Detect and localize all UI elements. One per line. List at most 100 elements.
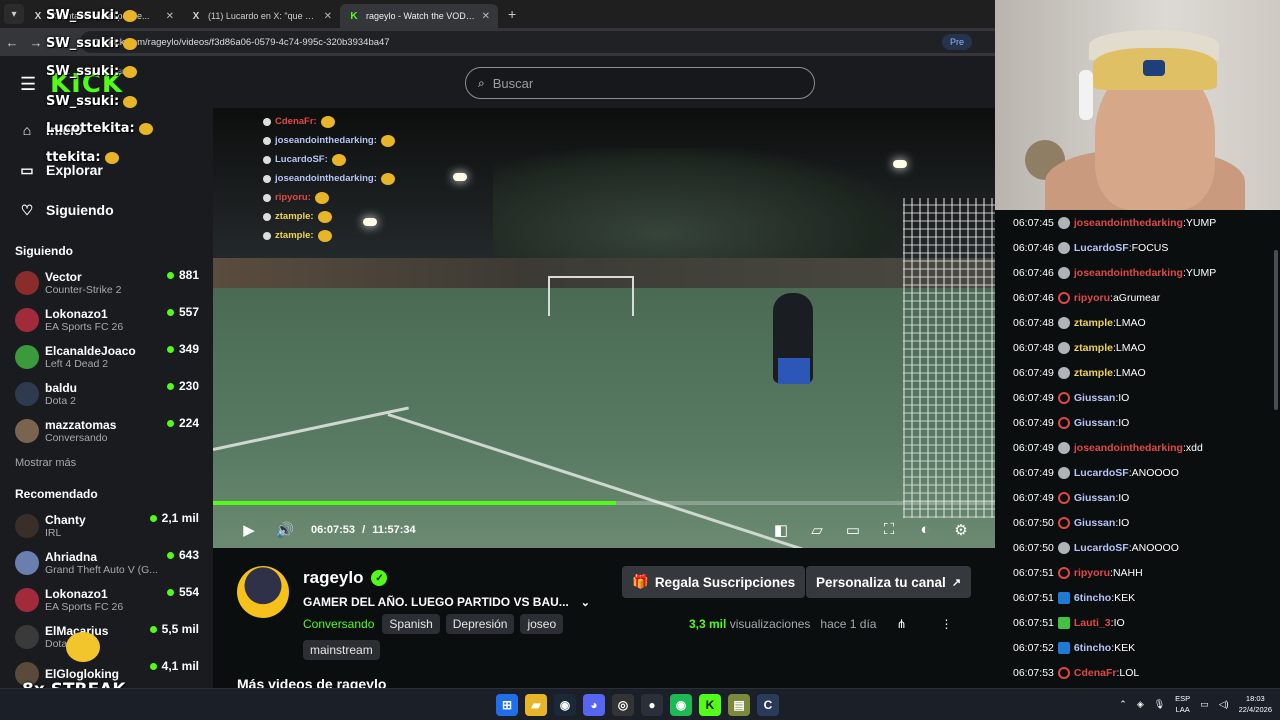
browser-tab[interactable]: X (11) Lucardo en X: "que partido... ✕ (182, 4, 340, 28)
chat-username[interactable]: Giussan (1074, 417, 1115, 429)
player-controls: ▶ 🔊 06:07:53 / 11:57:34 ◧ ▱ ▭ ⛶ ◐ ⚙ (213, 515, 995, 545)
sidebar-channel[interactable]: Chanty IRL 2,1 mil (0, 507, 213, 544)
playback-speed-icon[interactable]: ◐ (907, 521, 943, 539)
chat-username[interactable]: LucardoSF (1074, 467, 1129, 479)
video-frame (903, 198, 995, 518)
discord-icon[interactable]: ◕ (583, 694, 605, 716)
settings-gear-icon[interactable]: ⚙ (943, 521, 979, 539)
sidebar-channel[interactable]: Vector Counter-Strike 2 881 (0, 264, 213, 301)
streamer-webcam (995, 0, 1280, 210)
chat-username[interactable]: LucardoSF (1074, 242, 1129, 254)
sidebar-channel[interactable]: ElMacarius Dota 2 5,5 mil (0, 618, 213, 655)
app-box-icon[interactable]: ▤ (728, 694, 750, 716)
chat-timestamp: 06:07:50 (1013, 541, 1054, 554)
network-icon[interactable]: ▭ (1200, 699, 1209, 710)
app-ring-icon[interactable]: ◎ (612, 694, 634, 716)
chat-timestamp: 06:07:49 (1013, 366, 1054, 379)
microphone-icon[interactable]: 🎙 (1154, 699, 1165, 710)
channel-avatar[interactable] (237, 566, 289, 618)
chat-username[interactable]: ztample (1074, 317, 1113, 329)
chat-username[interactable]: Lauti_3 (1074, 617, 1111, 629)
chat-username[interactable]: ztample (1074, 367, 1113, 379)
chevron-up-icon[interactable]: ⌃ (1119, 699, 1127, 710)
chat-username[interactable]: ztample (1074, 342, 1113, 354)
channel-name[interactable]: rageylo (303, 568, 363, 588)
video-player[interactable]: CdenaFr: joseandointhedarking: LucardoSF: j… (213, 108, 995, 548)
tag-chip[interactable]: Spanish (382, 614, 440, 634)
tag-chip[interactable]: mainstream (303, 640, 380, 660)
category-link[interactable]: Conversando (303, 617, 374, 631)
customize-channel-button[interactable]: Personaliza tu canal ↗ (806, 566, 972, 598)
viewer-count: 224 (166, 416, 199, 430)
chat-badge-icon (1057, 541, 1070, 554)
spotify-icon[interactable]: ◉ (670, 694, 692, 716)
chat-timestamp: 06:07:49 (1013, 391, 1054, 404)
share-icon[interactable]: ⋔ (896, 617, 906, 631)
play-icon[interactable]: ▶ (231, 521, 267, 539)
tag-chip[interactable]: joseo (520, 614, 564, 634)
viewer-count-value: 224 (178, 416, 199, 430)
gift-subs-button[interactable]: 🎁 Regala Suscripciones (622, 566, 806, 598)
sidebar-nav-following[interactable]: ♡ Siguiendo (0, 190, 213, 230)
close-tab-icon[interactable]: ✕ (482, 11, 490, 22)
stream-info: rageylo ✓ GAMER DEL AÑO. LUEGO PARTIDO V… (213, 548, 995, 692)
chevron-down-icon[interactable]: ⌄ (581, 596, 590, 609)
more-options-icon[interactable]: ⋮ (941, 617, 953, 631)
chat-username[interactable]: ripyoru (1074, 292, 1110, 304)
chat-username[interactable]: 6tincho (1074, 642, 1111, 654)
close-tab-icon[interactable]: ✕ (166, 11, 174, 22)
chat-username[interactable]: joseandointhedarking (1074, 442, 1183, 454)
chrome-icon[interactable]: ● (641, 694, 663, 716)
menu-icon[interactable]: ☰ (20, 74, 36, 95)
clock[interactable]: 18:03 22/4/2026 (1239, 693, 1272, 715)
fullscreen-icon[interactable]: ⛶ (871, 521, 907, 539)
sidebar-channel[interactable]: baldu Dota 2 230 (0, 375, 213, 412)
time-display: 06:07:53 / 11:57:34 (311, 524, 416, 536)
speaker-icon[interactable]: ◁) (1219, 699, 1229, 710)
sidebar-channel[interactable]: ElcanaldeJoaco Left 4 Dead 2 349 (0, 338, 213, 375)
miniplayer-icon[interactable]: ◧ (763, 521, 799, 539)
new-tab-button[interactable]: + (508, 6, 516, 22)
steam-icon[interactable]: ◉ (554, 694, 576, 716)
browser-tab[interactable]: Krageylo - Watch the VOD o... ✕ (340, 4, 498, 28)
chat-username[interactable]: LucardoSF (1074, 542, 1129, 554)
close-tab-icon[interactable]: ✕ (324, 11, 332, 22)
show-more-link[interactable]: Mostrar más (0, 457, 213, 469)
chat-username[interactable]: ripyoru (1074, 567, 1110, 579)
chat-username[interactable]: joseandointhedarking (1074, 217, 1183, 229)
video-progress-bar[interactable] (213, 501, 995, 505)
forward-button[interactable]: → (24, 35, 48, 50)
sidebar-channel[interactable]: Lokonazo1 EA Sports FC 26 554 (0, 581, 213, 618)
chat-timestamp: 06:07:45 (1013, 216, 1054, 229)
chat-username[interactable]: 6tincho (1074, 592, 1111, 604)
search-input[interactable]: ⌕ Buscar (465, 67, 815, 99)
search-placeholder: Buscar (492, 75, 534, 91)
browse-icon: ▭ (20, 161, 34, 178)
ccleaner-icon[interactable]: C (757, 694, 779, 716)
volume-icon[interactable]: 🔊 (267, 521, 303, 539)
tag-chip[interactable]: Depresión (445, 614, 515, 634)
premium-badge[interactable]: Pre (941, 34, 972, 50)
sidebar-channel[interactable]: Ahriadna Grand Theft Auto V (G... 643 (0, 544, 213, 581)
chat-username[interactable]: Giussan (1074, 517, 1115, 529)
sidebar-channel[interactable]: mazzatomas Conversando 224 (0, 412, 213, 449)
chat-username[interactable]: Giussan (1074, 392, 1115, 404)
chat-scrollbar[interactable] (1274, 250, 1278, 410)
chat-username[interactable]: Giussan (1074, 492, 1115, 504)
language-indicator[interactable]: ESP LAA (1175, 693, 1190, 715)
chat-message: 06:07:49 ztample: LMAO (995, 360, 1280, 385)
back-button[interactable]: ← (0, 35, 24, 50)
chat-username[interactable]: joseandointhedarking (1074, 267, 1183, 279)
theater-mode-icon[interactable]: ▭ (835, 521, 871, 539)
windows-start-icon[interactable]: ⊞ (496, 694, 518, 716)
chat-text: LMAO (1115, 366, 1146, 379)
sidebar-channel[interactable]: Lokonazo1 EA Sports FC 26 557 (0, 301, 213, 338)
file-explorer-icon[interactable]: ▰ (525, 694, 547, 716)
gift-icon: 🎁 (632, 574, 649, 589)
overlay-chat-line: joseandointhedarking: (263, 169, 395, 188)
chat-username[interactable]: CdenaFr (1074, 667, 1117, 679)
security-icon[interactable]: ◈ (1137, 699, 1144, 710)
kick-icon[interactable]: K (699, 694, 721, 716)
tab-list-button[interactable]: ▾ (4, 4, 24, 24)
clip-icon[interactable]: ▱ (799, 521, 835, 539)
